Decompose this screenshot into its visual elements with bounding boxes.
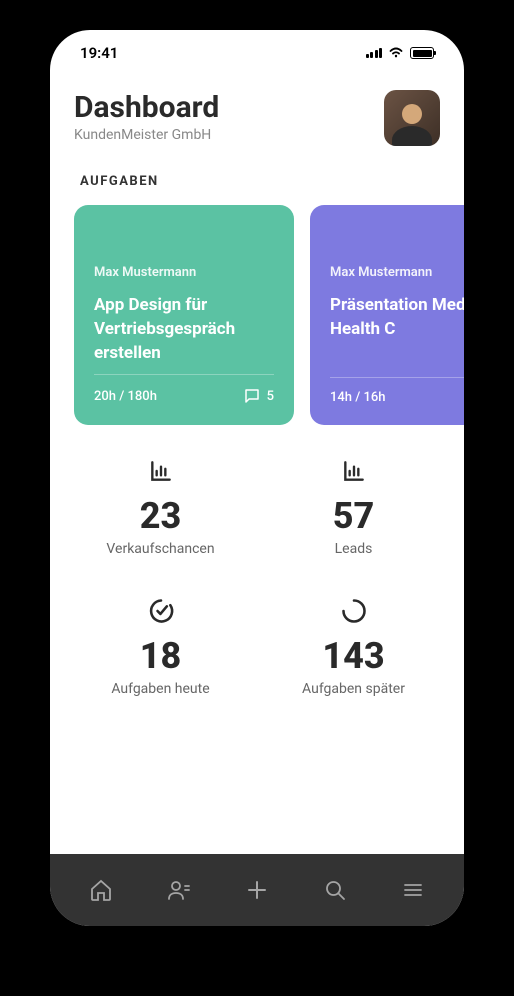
- stat-value: 57: [333, 495, 375, 537]
- stat-label: Verkaufschancen: [106, 541, 214, 557]
- menu-icon: [401, 878, 425, 902]
- card-hours: 14h / 16h: [330, 390, 386, 405]
- avatar[interactable]: [384, 90, 440, 146]
- status-bar: 19:41: [50, 30, 464, 70]
- nav-home[interactable]: [79, 868, 123, 912]
- card-title: Präsentation Medical Health C: [330, 294, 464, 342]
- home-icon: [89, 878, 113, 902]
- stats-grid: 23 Verkaufschancen 57 Leads 18 Aufgaben …: [74, 457, 464, 697]
- contacts-icon: [167, 878, 191, 902]
- stat-value: 143: [322, 635, 384, 677]
- signal-icon: [366, 48, 383, 58]
- card-footer: 14h / 16h: [330, 377, 464, 405]
- stat-leads[interactable]: 57 Leads: [267, 457, 440, 557]
- comment-count: 5: [267, 389, 274, 404]
- card-title: App Design für Vertriebsgespräch erstell…: [94, 294, 274, 365]
- page-title: Dashboard: [74, 90, 219, 125]
- status-indicators: [366, 44, 435, 62]
- card-hours: 20h / 180h: [94, 389, 157, 404]
- bar-chart-icon: [148, 457, 174, 485]
- card-assignee: Max Mustermann: [330, 265, 464, 280]
- plus-icon: [245, 878, 269, 902]
- status-time: 19:41: [80, 44, 118, 62]
- main-content: Dashboard KundenMeister GmbH AUFGABEN Ma…: [50, 70, 464, 854]
- card-assignee: Max Mustermann: [94, 265, 274, 280]
- stat-label: Aufgaben später: [302, 681, 405, 697]
- page-subtitle: KundenMeister GmbH: [74, 127, 219, 143]
- task-cards[interactable]: Max Mustermann App Design für Vertriebsg…: [74, 205, 464, 425]
- nav-add[interactable]: [235, 868, 279, 912]
- search-icon: [323, 878, 347, 902]
- nav-contacts[interactable]: [157, 868, 201, 912]
- bottom-nav: [50, 854, 464, 926]
- stat-label: Aufgaben heute: [111, 681, 209, 697]
- nav-menu[interactable]: [391, 868, 435, 912]
- comment-icon: [243, 387, 261, 405]
- stat-verkaufschancen[interactable]: 23 Verkaufschancen: [74, 457, 247, 557]
- bar-chart-icon: [341, 457, 367, 485]
- header-text: Dashboard KundenMeister GmbH: [74, 90, 219, 143]
- card-footer: 20h / 180h 5: [94, 374, 274, 405]
- card-comments: 5: [243, 387, 274, 405]
- battery-icon: [410, 47, 434, 59]
- stat-value: 23: [140, 495, 182, 537]
- stat-aufgaben-heute[interactable]: 18 Aufgaben heute: [74, 597, 247, 697]
- card-body: Max Mustermann App Design für Vertriebsg…: [94, 265, 274, 365]
- card-body: Max Mustermann Präsentation Medical Heal…: [330, 265, 464, 342]
- task-card[interactable]: Max Mustermann App Design für Vertriebsg…: [74, 205, 294, 425]
- stat-value: 18: [140, 635, 182, 677]
- progress-circle-icon: [340, 597, 368, 625]
- stat-label: Leads: [335, 541, 373, 557]
- phone-frame: 19:41 Dashboard KundenMeister GmbH AUFGA…: [50, 30, 464, 926]
- task-card[interactable]: Max Mustermann Präsentation Medical Heal…: [310, 205, 464, 425]
- nav-search[interactable]: [313, 868, 357, 912]
- check-circle-icon: [147, 597, 175, 625]
- wifi-icon: [388, 44, 404, 62]
- header: Dashboard KundenMeister GmbH: [74, 90, 464, 146]
- stat-aufgaben-spaeter[interactable]: 143 Aufgaben später: [267, 597, 440, 697]
- tasks-section-title: AUFGABEN: [80, 174, 464, 189]
